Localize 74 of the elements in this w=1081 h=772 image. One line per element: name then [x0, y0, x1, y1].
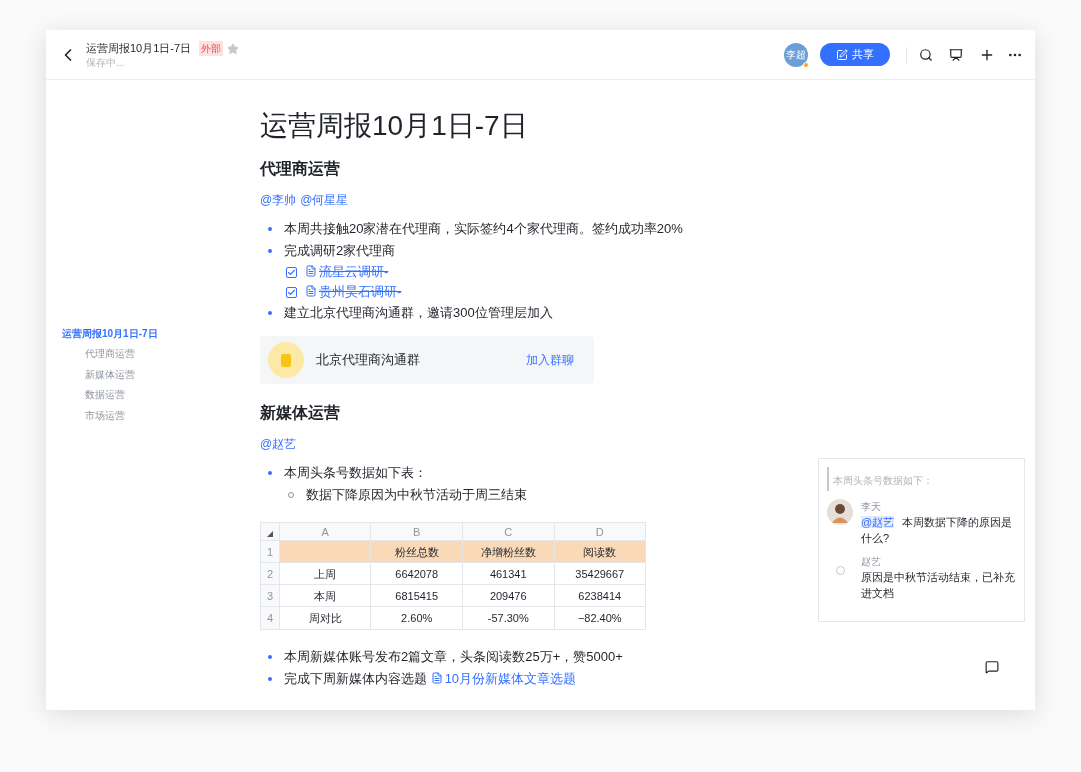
bullet-text: 本周新媒体账号发布2篇文章，头条阅读数25万+，赞5000+ [284, 648, 623, 666]
bullet-icon [268, 311, 272, 315]
row-number: 1 [261, 541, 279, 562]
external-tag: 外部 [199, 41, 224, 56]
mention-link[interactable]: @何星星 [300, 186, 349, 214]
table-cell: 周对比 [278, 607, 371, 629]
bullet-text: 数据下降原因为中秋节活动于周三结束 [306, 486, 527, 504]
share-icon [836, 48, 848, 61]
document-title: 运营周报10月1日-7日 [86, 41, 192, 57]
group-avatar-icon [268, 342, 304, 378]
column-header: A [278, 523, 371, 540]
mention-link[interactable]: @赵艺 [861, 516, 895, 528]
outline-item[interactable]: 运营周报10月1日-7日 [62, 324, 260, 344]
bullet-text: 本周头条号数据如下表： [284, 464, 427, 482]
bullet-text: 完成下周新媒体内容选题 10月份新媒体文章选题 [284, 670, 577, 688]
row-number: 4 [261, 607, 279, 629]
comment-text: @赵艺 本周数据下降的原因是什么? [861, 515, 1014, 546]
table-cell: 粉丝总数 [370, 541, 462, 562]
column-header: C [461, 523, 554, 540]
bullet-text: 完成调研2家代理商 [284, 242, 396, 260]
outline-item[interactable]: 数据运营 [62, 385, 260, 406]
outline-item[interactable]: 市场运营 [62, 405, 260, 426]
table-cell: -57.30% [461, 607, 554, 629]
table-cell: 2.60% [370, 607, 462, 629]
bullet-icon [268, 249, 272, 253]
comment-author: 李天 [861, 500, 882, 514]
row-number: 3 [261, 585, 279, 606]
table-cell: 209476 [461, 585, 554, 606]
table-cell: 6238414 [553, 585, 646, 606]
search-icon[interactable] [919, 47, 933, 62]
mention-link[interactable]: @李帅 [260, 186, 297, 214]
checkbox[interactable] [286, 266, 297, 278]
feedback-icon[interactable] [985, 660, 999, 674]
document-icon [305, 265, 317, 277]
document-link[interactable]: 流星云调研- [305, 262, 389, 282]
save-status: 保存中... [86, 56, 126, 69]
bullet-icon [268, 655, 272, 659]
table-cell: −82.40% [553, 607, 646, 629]
table-cell: 上周 [278, 563, 371, 584]
table-cell: 6642078 [370, 563, 462, 584]
bullet-icon [268, 227, 272, 231]
table-cell: 本周 [278, 585, 371, 606]
bullet-text: 建立北京代理商沟通群，邀请300位管理层加入 [284, 304, 553, 322]
table-cell: 461341 [461, 563, 554, 584]
bullet-icon [268, 677, 272, 681]
section-heading: 代理商运营 [260, 159, 341, 179]
row-number: 2 [261, 563, 279, 584]
column-header: D [553, 523, 646, 540]
user-avatar[interactable]: 李超 [784, 42, 808, 67]
presentation-icon[interactable] [949, 47, 963, 62]
table-cell: 6815415 [370, 585, 462, 606]
star-icon[interactable] [227, 42, 240, 55]
group-name: 北京代理商沟通群 [316, 351, 421, 370]
comment-author: 赵艺 [861, 555, 882, 569]
section-heading: 新媒体运营 [260, 403, 341, 423]
quoted-text: 本周头条号数据如下： [833, 475, 933, 486]
join-group-button[interactable]: 加入群聊 [526, 351, 574, 369]
table-cell: 净增粉丝数 [461, 541, 554, 562]
column-header: B [370, 523, 462, 540]
document-icon [430, 672, 443, 684]
document-link[interactable]: 贵州昊石调研- [305, 282, 402, 302]
comment-text: 原因是中秋节活动结束，已补充进文档 [861, 570, 1016, 601]
bullet-text: 本周共接触20家潜在代理商，实际签约4个家代理商。签约成功率20% [284, 220, 683, 238]
table-cell: 阅读数 [553, 541, 646, 562]
document-icon [305, 285, 317, 297]
checkbox[interactable] [286, 286, 297, 298]
mention-link[interactable]: @赵艺 [260, 430, 297, 458]
document-link[interactable]: 10月份新媒体文章选题 [430, 671, 577, 686]
outline-item[interactable]: 代理商运营 [62, 344, 260, 365]
page-title: 运营周报10月1日-7日 [260, 109, 529, 143]
table-cell: 35429667 [553, 563, 646, 584]
outline-item[interactable]: 新媒体运营 [62, 364, 260, 385]
bullet-icon [268, 471, 272, 475]
share-button[interactable]: 共享 [820, 43, 890, 66]
